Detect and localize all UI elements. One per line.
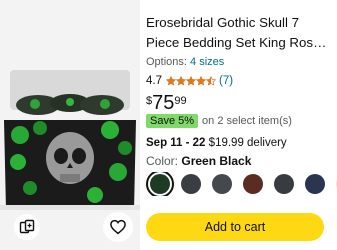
delivery-row: Sep 11 - 22 $19.99 delivery <box>146 137 287 149</box>
options-label: Options: <box>146 56 187 68</box>
color-value: Green Black <box>181 154 252 168</box>
color-label: Color: <box>146 154 179 168</box>
star-icon <box>166 76 176 86</box>
color-swatch-navy[interactable] <box>305 174 325 194</box>
coupon-row: Save 5% on 2 select item(s) <box>146 114 292 128</box>
compare-icon <box>19 219 35 234</box>
options-sizes-link[interactable]: 4 sizes <box>190 56 224 68</box>
star-icon <box>176 76 186 86</box>
rating-row[interactable]: 4.7 (7) <box>146 75 233 87</box>
price-whole: 75 <box>152 92 175 114</box>
color-swatch-brown[interactable] <box>243 174 263 194</box>
star-icon <box>206 76 216 86</box>
price-fraction: 99 <box>174 95 187 107</box>
color-swatches <box>146 172 337 196</box>
color-swatch-dark-gray-2[interactable] <box>212 174 232 194</box>
compare-button[interactable] <box>14 214 40 240</box>
color-swatch-dark-gray[interactable] <box>181 174 201 194</box>
heart-icon <box>110 219 126 235</box>
coupon-text: on 2 select item(s) <box>202 115 292 127</box>
star-icon <box>196 76 206 86</box>
bedding-image <box>0 60 140 210</box>
product-title[interactable]: Erosebridal Gothic Skull 7 Piece Bedding… <box>146 13 332 53</box>
rating-stars <box>166 76 216 86</box>
price: $ 75 99 <box>146 92 187 114</box>
star-icon <box>186 76 196 86</box>
rating-value: 4.7 <box>146 75 162 87</box>
product-card[interactable]: Erosebridal Gothic Skull 7 Piece Bedding… <box>0 0 337 250</box>
color-row: Color: Green Black <box>146 154 251 168</box>
options-row: Options: 4 sizes <box>146 56 224 68</box>
color-swatch-green-black[interactable] <box>146 172 174 196</box>
color-swatch-charcoal[interactable] <box>274 174 294 194</box>
rating-count[interactable]: (7) <box>219 75 233 87</box>
wishlist-button[interactable] <box>103 212 133 242</box>
delivery-text: $19.99 delivery <box>208 137 287 149</box>
add-to-cart-button[interactable]: Add to cart <box>146 213 324 241</box>
coupon-badge: Save 5% <box>146 114 199 128</box>
product-image[interactable] <box>0 0 140 250</box>
delivery-date: Sep 11 - 22 <box>146 137 206 149</box>
